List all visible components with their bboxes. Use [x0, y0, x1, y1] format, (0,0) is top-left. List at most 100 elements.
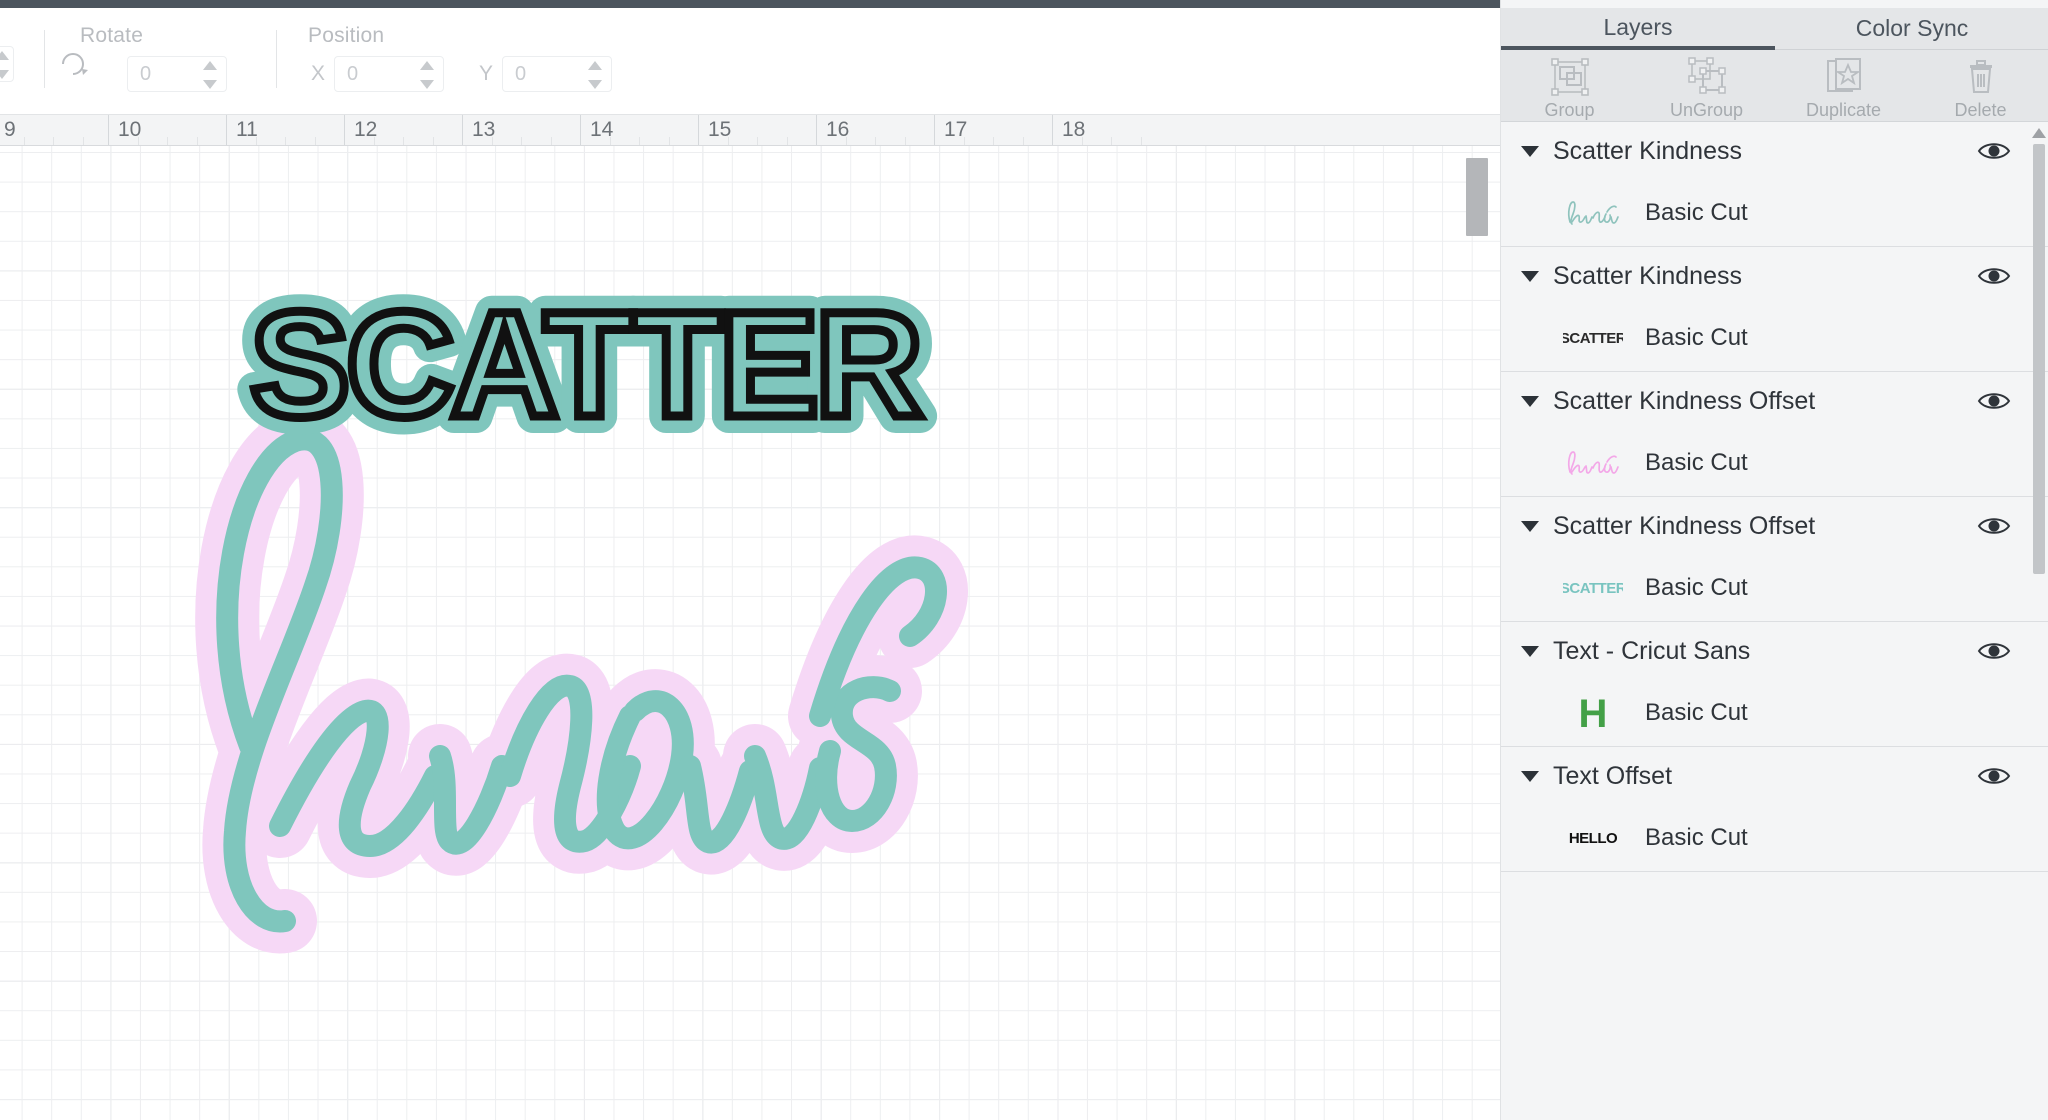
- layer-group[interactable]: Scatter Kindness Offset SCATTER Basic Cut: [1501, 497, 2048, 622]
- action-delete: Delete: [1912, 50, 2048, 121]
- ruler-tick-minor: [727, 137, 729, 145]
- ruler-tick-minor: [432, 137, 434, 145]
- scatter-text-black-thumb[interactable]: SCATTER: [1563, 321, 1623, 355]
- svg-text:H: H: [1579, 696, 1608, 730]
- chevron-down-icon[interactable]: [1521, 645, 1539, 657]
- ruler-tick-minor: [285, 137, 287, 145]
- position-label: Position: [308, 24, 385, 47]
- ruler-label: 11: [236, 118, 258, 141]
- script-kindness-pink-thumb[interactable]: [1563, 446, 1623, 480]
- position-y-value: 0: [515, 63, 527, 85]
- group-icon: [1547, 56, 1593, 98]
- chevron-down-icon[interactable]: [1521, 270, 1539, 282]
- chevron-down-icon[interactable]: [1521, 395, 1539, 407]
- script-kindness-teal-thumb[interactable]: [1563, 196, 1623, 230]
- layer-header[interactable]: Text Offset: [1501, 747, 2048, 805]
- position-y-label: Y: [479, 62, 494, 85]
- tab-layers[interactable]: Layers: [1501, 8, 1775, 50]
- ruler-tick-minor: [550, 137, 552, 145]
- chevron-down-icon[interactable]: [1521, 770, 1539, 782]
- ruler-tick-minor: [53, 137, 55, 145]
- layer-title: Scatter Kindness Offset: [1553, 511, 1816, 540]
- layer-operation-label: Basic Cut: [1645, 449, 1748, 476]
- rotate-value: 0: [140, 63, 152, 85]
- scatter-text-teal-thumb[interactable]: SCATTER: [1563, 571, 1623, 605]
- app-root: Rotate 0 Position X 0 Y 0 9 10 11 12 13 …: [0, 0, 2048, 1120]
- layer-group[interactable]: Scatter Kindness Basic Cut: [1501, 122, 2048, 247]
- layer-operation-label: Basic Cut: [1645, 699, 1748, 726]
- action-label: Group: [1544, 100, 1595, 120]
- layer-title: Scatter Kindness: [1553, 136, 1742, 165]
- visibility-eye-icon[interactable]: [1977, 264, 2011, 293]
- visibility-eye-icon[interactable]: [1977, 389, 2011, 418]
- design-grid[interactable]: SCATTER SCATTER SCATTER: [0, 146, 1500, 1120]
- ruler-tick-minor: [491, 137, 493, 145]
- canvas-scroll-thumb[interactable]: [1466, 158, 1488, 236]
- ruler-tick-major: [226, 115, 227, 145]
- artwork-scatter-kindness[interactable]: SCATTER SCATTER SCATTER: [0, 146, 1500, 1120]
- ungroup-icon: [1684, 56, 1730, 98]
- visibility-eye-icon[interactable]: [1977, 514, 2011, 543]
- word-scatter: SCATTER SCATTER SCATTER: [233, 286, 942, 465]
- visibility-eye-icon[interactable]: [1977, 639, 2011, 668]
- layer-header[interactable]: Scatter Kindness: [1501, 122, 2048, 180]
- chevron-down-icon[interactable]: [1521, 520, 1539, 532]
- ruler-tick-minor: [639, 137, 641, 145]
- rotate-icon[interactable]: [58, 48, 88, 78]
- layer-header[interactable]: Scatter Kindness Offset: [1501, 372, 2048, 430]
- layer-title: Scatter Kindness Offset: [1553, 386, 1816, 415]
- tab-color-sync[interactable]: Color Sync: [1775, 8, 2048, 50]
- hello-text-black-thumb[interactable]: HELLO: [1563, 821, 1623, 855]
- position-x-input[interactable]: 0: [334, 56, 444, 92]
- layer-child-row[interactable]: SCATTER Basic Cut: [1501, 555, 2048, 621]
- ruler-tick-minor: [23, 137, 25, 145]
- layer-child-row[interactable]: SCATTER Basic Cut: [1501, 305, 2048, 371]
- visibility-eye-icon[interactable]: [1977, 764, 2011, 793]
- top-toolbar: Rotate 0 Position X 0 Y 0: [0, 8, 1500, 114]
- canvas-region: Rotate 0 Position X 0 Y 0 9 10 11 12 13 …: [0, 8, 1500, 1120]
- ruler-tick-minor: [82, 137, 84, 145]
- ruler-tick-major: [108, 115, 109, 145]
- position-x-label: X: [311, 62, 326, 85]
- canvas-vertical-scrollbar[interactable]: [1466, 146, 1488, 1120]
- layer-group[interactable]: Text Offset HELLO Basic Cut: [1501, 747, 2048, 872]
- trash-icon: [1958, 56, 2004, 98]
- partial-stepper-left[interactable]: [0, 46, 14, 82]
- layers-list[interactable]: Scatter Kindness Basic Cut Scatter Kindne…: [1501, 122, 2048, 1120]
- position-y-input[interactable]: 0: [502, 56, 612, 92]
- layer-child-row[interactable]: H Basic Cut: [1501, 680, 2048, 746]
- right-panel: Layers Color Sync Group UnGroup Duplicate De…: [1500, 0, 2048, 1120]
- horizontal-ruler[interactable]: 9 10 11 12 13 14 15 16 17 18: [0, 114, 1500, 146]
- action-label: Duplicate: [1805, 100, 1882, 120]
- layer-header[interactable]: Scatter Kindness Offset: [1501, 497, 2048, 555]
- layer-header[interactable]: Scatter Kindness: [1501, 247, 2048, 305]
- visibility-eye-icon[interactable]: [1977, 139, 2011, 168]
- rotate-input[interactable]: 0: [127, 56, 227, 92]
- layer-group[interactable]: Text - Cricut Sans H Basic Cut: [1501, 622, 2048, 747]
- scatter-black-outline: SCATTER: [250, 286, 921, 448]
- action-duplicate: Duplicate: [1775, 50, 1912, 121]
- layer-child-row[interactable]: Basic Cut: [1501, 430, 2048, 496]
- ruler-tick-major: [580, 115, 581, 145]
- ruler-tick-minor: [255, 137, 257, 145]
- layer-group[interactable]: Scatter Kindness Offset Basic Cut: [1501, 372, 2048, 497]
- ruler-tick-minor: [845, 137, 847, 145]
- panel-scroll-thumb[interactable]: [2033, 144, 2045, 574]
- ruler-tick-minor: [314, 137, 316, 145]
- chevron-down-icon[interactable]: [1521, 145, 1539, 157]
- layer-child-row[interactable]: Basic Cut: [1501, 180, 2048, 246]
- ruler-tick-minor: [167, 137, 169, 145]
- action-label: Delete: [1954, 100, 2007, 120]
- ruler-tick-minor: [521, 137, 523, 145]
- layer-group[interactable]: Scatter Kindness SCATTER Basic Cut: [1501, 247, 2048, 372]
- scroll-up-arrow-icon[interactable]: [2032, 128, 2046, 138]
- ruler-tick-minor: [609, 137, 611, 145]
- panel-vertical-scrollbar[interactable]: [2032, 128, 2046, 1118]
- letter-h-green-thumb[interactable]: H: [1563, 696, 1623, 730]
- ruler-tick-minor: [757, 137, 759, 145]
- layer-child-row[interactable]: HELLO Basic Cut: [1501, 805, 2048, 871]
- layer-header[interactable]: Text - Cricut Sans: [1501, 622, 2048, 680]
- ruler-label: 9: [4, 118, 16, 141]
- panel-tabs: Layers Color Sync: [1501, 8, 2048, 50]
- ruler-tick-major: [698, 115, 699, 145]
